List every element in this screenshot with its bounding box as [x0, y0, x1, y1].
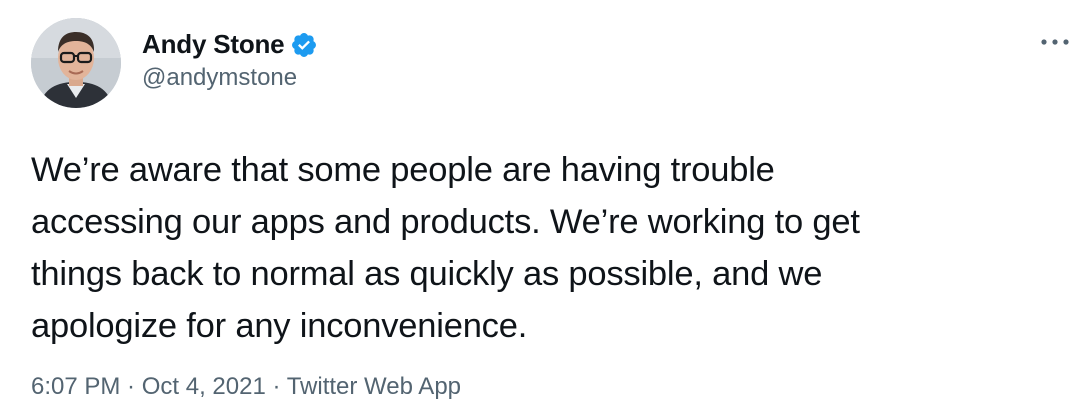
author-name-row: Andy Stone	[142, 28, 318, 60]
avatar-photo	[31, 18, 121, 108]
more-horizontal-icon	[1041, 39, 1069, 45]
verified-badge-icon	[292, 32, 317, 57]
avatar[interactable]	[31, 18, 121, 108]
tweet-text-line: things back to normal as quickly as poss…	[31, 255, 823, 293]
author-handle[interactable]: @andymstone	[142, 64, 297, 92]
tweet-text: We’re aware that some people are having …	[31, 144, 1071, 352]
tweet-time[interactable]: 6:07 PM	[31, 373, 120, 400]
meta-separator: ·	[265, 373, 287, 400]
tweet: Andy Stone @andymstone We’re aware that …	[0, 0, 1080, 415]
author-display-name[interactable]: Andy Stone	[142, 29, 285, 60]
tweet-text-line: apologize for any inconvenience.	[31, 307, 528, 345]
tweet-text-line: accessing our apps and products. We’re w…	[31, 203, 860, 241]
tweet-date[interactable]: Oct 4, 2021	[142, 373, 266, 400]
meta-separator: ·	[120, 373, 142, 400]
tweet-text-line: We’re aware that some people are having …	[31, 151, 775, 189]
more-options-button[interactable]	[1038, 29, 1072, 55]
tweet-metadata: 6:07 PM · Oct 4, 2021 · Twitter Web App	[31, 373, 461, 401]
tweet-source[interactable]: Twitter Web App	[287, 373, 461, 400]
